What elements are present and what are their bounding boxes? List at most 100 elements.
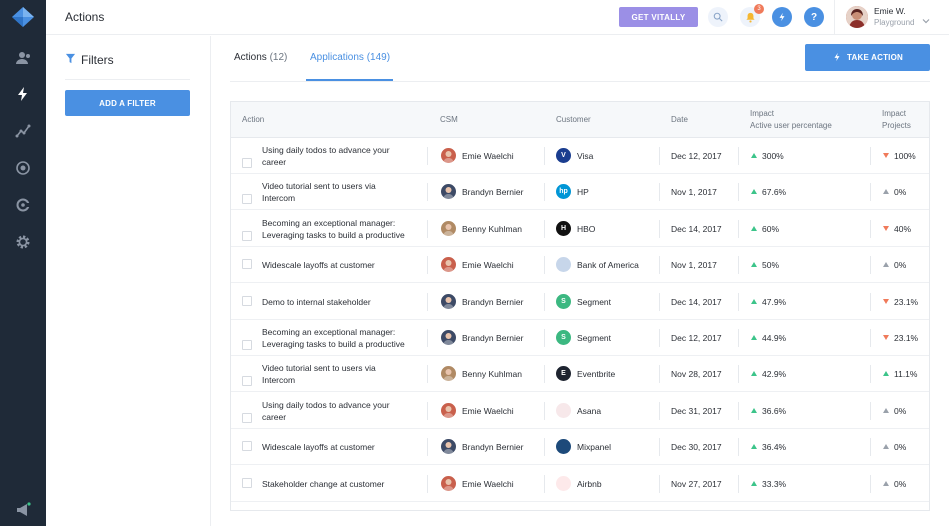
column-separator (870, 365, 871, 384)
csm-name[interactable]: Emie Waelchi (462, 259, 514, 271)
column-separator (870, 256, 871, 275)
accounts-icon[interactable] (13, 48, 33, 68)
customer-name[interactable]: Mixpanel (577, 441, 611, 453)
impact-active-users: 36.6% (762, 405, 787, 416)
csm-name[interactable]: Emie Waelchi (462, 150, 514, 162)
target-icon[interactable] (13, 158, 33, 178)
trend-up-icon (751, 407, 757, 413)
take-action-button[interactable]: TAKE ACTION (805, 44, 930, 71)
action-name[interactable]: Using daily todos to advance your career (262, 144, 422, 168)
customer-name[interactable]: Bank of America (577, 259, 639, 271)
column-header-csm[interactable]: CSM (440, 114, 458, 126)
action-line: Intercom (262, 375, 296, 386)
column-separator (427, 183, 428, 202)
column-separator (544, 438, 545, 457)
customer-logo-icon: H (556, 220, 571, 236)
column-header-impact-projects[interactable]: Impact Projects (882, 108, 911, 132)
action-name[interactable]: Becoming an exceptional manager: Leveragi… (262, 326, 422, 350)
table-row[interactable]: Becoming an exceptional manager: Leveragi… (231, 211, 929, 247)
customer-name[interactable]: HP (577, 186, 589, 198)
column-separator (427, 219, 428, 238)
row-checkbox[interactable] (242, 295, 252, 306)
csm-name[interactable]: Brandyn Bernier (462, 441, 523, 453)
column-header-impact-active-users[interactable]: Impact Active user percentage (750, 108, 832, 132)
csm-name[interactable]: Brandyn Bernier (462, 186, 523, 198)
table-row[interactable]: Using daily todos to advance your career E… (231, 393, 929, 429)
search-icon[interactable] (708, 7, 728, 27)
divider (65, 79, 190, 80)
action-name[interactable]: Widescale layoffs at customer (262, 441, 422, 453)
column-separator (738, 256, 739, 275)
action-name[interactable]: Stakeholder change at customer (262, 478, 422, 490)
csm-avatar (441, 402, 456, 418)
row-checkbox[interactable] (242, 477, 252, 488)
header-line: Impact (882, 109, 907, 118)
row-checkbox[interactable] (242, 376, 252, 387)
row-checkbox[interactable] (242, 412, 252, 423)
row-checkbox[interactable] (242, 230, 252, 241)
row-checkbox[interactable] (242, 340, 252, 350)
trend-up-icon (883, 480, 889, 486)
csm-name[interactable]: Brandyn Bernier (462, 332, 523, 344)
csm-name[interactable]: Benny Kuhlman (462, 223, 522, 235)
notification-count-badge: 3 (754, 4, 764, 14)
avatar[interactable] (846, 6, 868, 28)
tab-actions[interactable]: Actions (12) (234, 52, 287, 63)
customer-name[interactable]: Eventbrite (577, 368, 615, 380)
customer-name[interactable]: HBO (577, 223, 595, 235)
customer-logo-icon (556, 439, 571, 455)
impact-projects: 11.1% (894, 369, 918, 380)
settings-icon[interactable] (13, 232, 33, 252)
filters-title: Filters (81, 53, 114, 67)
announce-icon[interactable] (13, 500, 33, 520)
customer-name[interactable]: Asana (577, 405, 601, 417)
actions-icon[interactable] (13, 84, 33, 104)
get-vitally-button[interactable]: GET VITALLY (619, 7, 698, 27)
customer-name[interactable]: Visa (577, 150, 593, 162)
row-checkbox[interactable] (242, 259, 252, 270)
row-checkbox[interactable] (242, 158, 252, 168)
help-icon[interactable]: ? (804, 7, 824, 27)
action-name[interactable]: Video tutorial sent to users via Intercom (262, 362, 422, 386)
action-name[interactable]: Demo to internal stakeholder (262, 296, 422, 308)
table-row[interactable]: Video tutorial sent to users via Intercom… (231, 174, 929, 211)
integrations-icon[interactable] (13, 195, 33, 215)
csm-name[interactable]: Emie Waelchi (462, 478, 514, 490)
csm-name[interactable]: Emie Waelchi (462, 405, 514, 417)
column-header-action[interactable]: Action (242, 114, 264, 126)
customer-logo-icon (556, 257, 571, 273)
analytics-icon[interactable] (13, 121, 33, 141)
customer-name[interactable]: Airbnb (577, 478, 602, 490)
row-checkbox[interactable] (242, 194, 252, 205)
table-row[interactable]: Widescale layoffs at customer Emie Waelch… (231, 247, 929, 284)
column-header-customer[interactable]: Customer (556, 114, 591, 126)
impact-active-users: 47.9% (762, 296, 787, 307)
action-name[interactable]: Using daily todos to advance your career (262, 399, 422, 423)
action-name[interactable]: Becoming an exceptional manager: Leveragi… (262, 217, 422, 241)
csm-name[interactable]: Benny Kuhlman (462, 368, 522, 380)
table-row[interactable]: Demo to internal stakeholder Brandyn Bern… (231, 284, 929, 320)
table-row[interactable]: Widescale layoffs at customer Brandyn Ber… (231, 429, 929, 466)
csm-name[interactable]: Brandyn Bernier (462, 296, 523, 308)
trend-up-icon (751, 298, 757, 304)
user-name[interactable]: Emie W. (874, 6, 906, 16)
table-row[interactable]: Stakeholder change at customer Emie Waelc… (231, 466, 929, 502)
csm-avatar (441, 475, 456, 491)
table-row[interactable]: Becoming an exceptional manager: Leveragi… (231, 320, 929, 356)
table-row[interactable]: Using daily todos to advance your career E… (231, 138, 929, 174)
logo-icon[interactable] (11, 6, 35, 28)
add-filter-button[interactable]: ADD A FILTER (65, 90, 190, 116)
table-row[interactable]: Video tutorial sent to users via Intercom… (231, 356, 929, 393)
action-name[interactable]: Video tutorial sent to users via Intercom (262, 180, 422, 204)
chevron-down-icon[interactable] (922, 12, 930, 24)
column-header-date[interactable]: Date (671, 114, 688, 126)
trend-down-icon (883, 225, 889, 231)
row-checkbox[interactable] (242, 441, 252, 452)
lightning-icon[interactable] (772, 7, 792, 27)
csm-avatar (441, 366, 456, 382)
tab-applications[interactable]: Applications (149) (310, 52, 390, 63)
customer-name[interactable]: Segment (577, 296, 611, 308)
action-name[interactable]: Widescale layoffs at customer (262, 259, 422, 271)
customer-name[interactable]: Segment (577, 332, 611, 344)
header-line: Active user percentage (750, 121, 832, 130)
